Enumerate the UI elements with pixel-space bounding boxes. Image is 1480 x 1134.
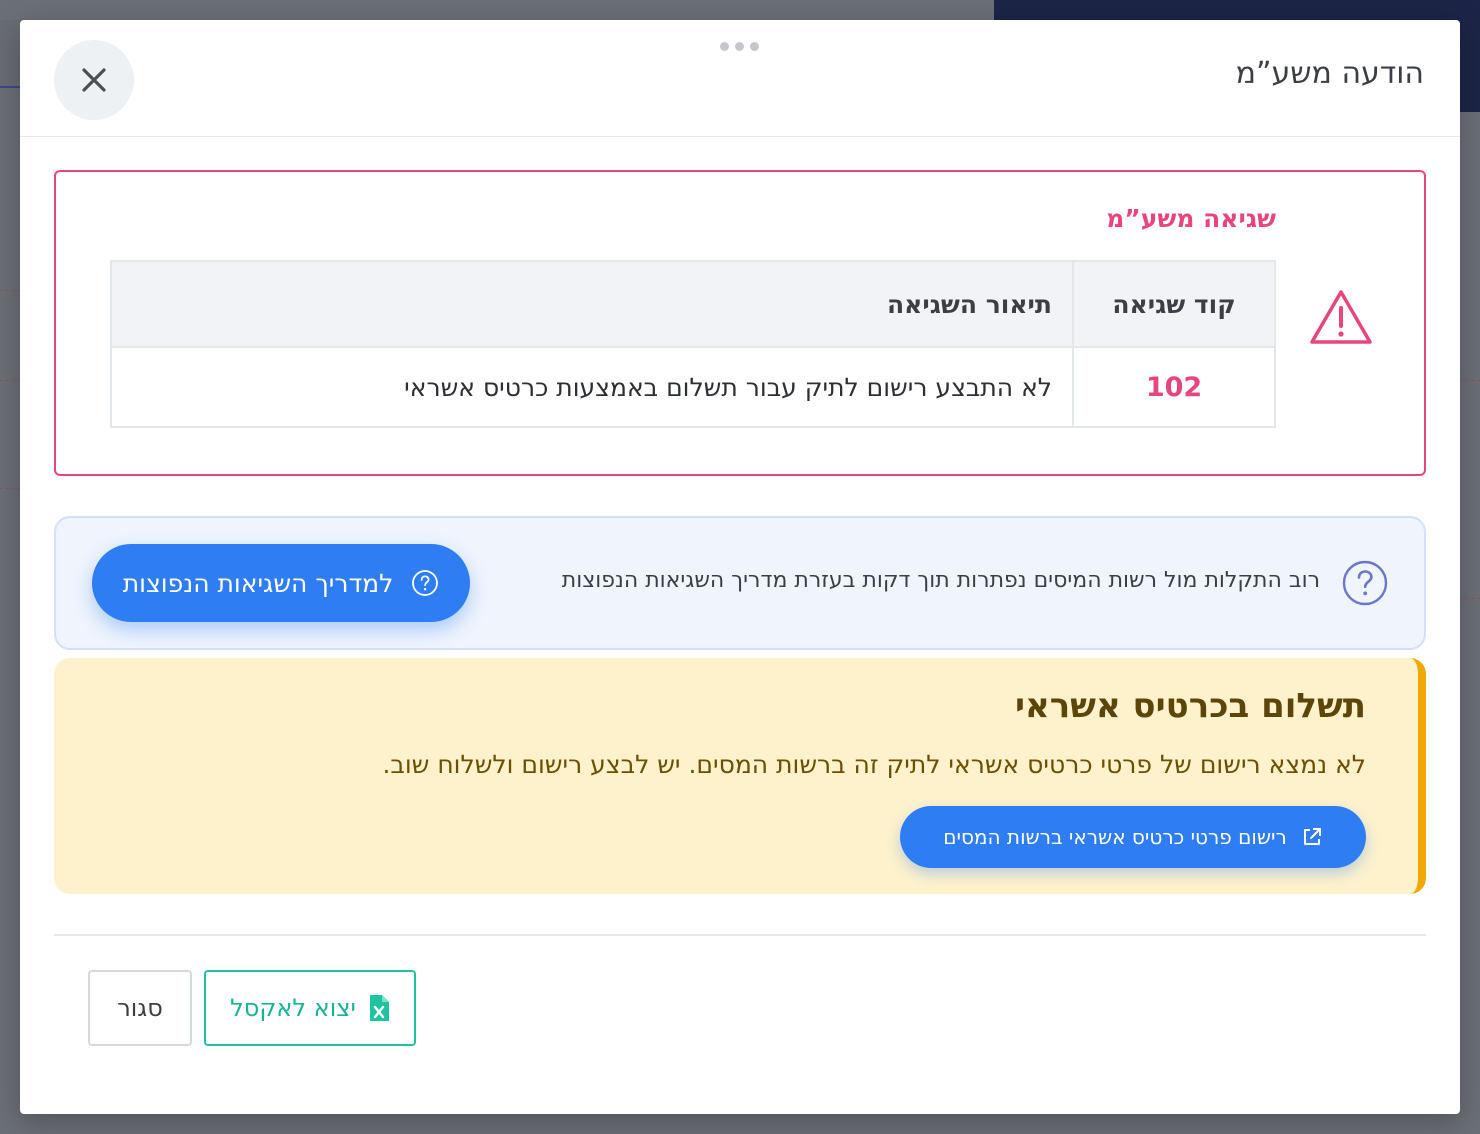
close-footer-button[interactable]: סגור <box>88 970 192 1046</box>
credit-card-text: לא נמצא רישום של פרטי כרטיס אשראי לתיק ז… <box>382 750 1366 779</box>
error-description-cell: לא התבצע רישום לתיק עבור תשלום באמצעות כ… <box>110 346 1074 428</box>
register-button-label: רישום פרטי כרטיס אשראי ברשות המסים <box>943 825 1287 849</box>
export-excel-label: יצוא לאקסל <box>230 994 356 1022</box>
footer-divider <box>54 934 1426 936</box>
app-left-strip <box>0 20 20 88</box>
column-header-error-code: קוד שגיאה <box>1072 260 1276 348</box>
guide-button-label: למדריך השגיאות הנפוצות <box>122 568 394 598</box>
register-credit-card-button[interactable]: רישום פרטי כרטיס אשראי ברשות המסים <box>900 806 1366 868</box>
backdrop-divider <box>0 380 20 381</box>
question-circle-icon <box>412 570 439 596</box>
error-code-cell: 102 <box>1072 346 1276 428</box>
error-title: שגיאה משע”מ <box>1106 204 1276 233</box>
close-icon <box>82 68 106 92</box>
error-modal: הודעה משע”מ שגיאה משע”מ קוד שגיאה תיאור … <box>20 20 1460 1114</box>
backdrop-divider <box>1460 598 1480 599</box>
help-text: רוב התקלות מול רשות המיסים נפתרות תוך דק… <box>561 568 1320 593</box>
modal-header: הודעה משע”מ <box>20 20 1460 137</box>
credit-card-title: תשלום בכרטיס אשראי <box>1014 686 1366 726</box>
export-excel-button[interactable]: יצוא לאקסל <box>204 970 416 1046</box>
table-row: 102 לא התבצע רישום לתיק עבור תשלום באמצע… <box>110 346 1276 428</box>
warning-triangle-icon <box>1310 290 1372 344</box>
credit-card-panel: תשלום בכרטיס אשראי לא נמצא רישום של פרטי… <box>54 658 1426 894</box>
help-panel: רוב התקלות מול רשות המיסים נפתרות תוך דק… <box>54 516 1426 650</box>
question-circle-icon <box>1342 560 1388 606</box>
backdrop-divider <box>1460 380 1480 381</box>
error-panel: שגיאה משע”מ קוד שגיאה תיאור השגיאה 102 ל… <box>54 170 1426 476</box>
backdrop-divider <box>0 290 20 291</box>
drag-handle[interactable] <box>720 42 759 51</box>
excel-file-icon <box>369 995 389 1021</box>
close-button[interactable] <box>54 40 134 120</box>
modal-title: הודעה משע”מ <box>1235 56 1424 91</box>
common-errors-guide-button[interactable]: למדריך השגיאות הנפוצות <box>92 544 470 622</box>
column-header-error-description: תיאור השגיאה <box>110 260 1074 348</box>
error-table: קוד שגיאה תיאור השגיאה 102 לא התבצע רישו… <box>110 260 1276 428</box>
backdrop-divider <box>0 488 20 489</box>
external-link-icon <box>1303 828 1321 845</box>
error-table-header-row: קוד שגיאה תיאור השגיאה <box>110 260 1276 348</box>
